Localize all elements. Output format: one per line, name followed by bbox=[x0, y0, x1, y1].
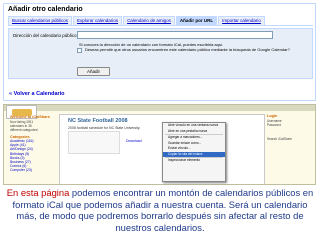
icalshare-top-bar bbox=[4, 105, 315, 111]
slide-caption: En esta página podemos encontrar un mont… bbox=[4, 187, 316, 233]
welcome-heading: Welcome to iCalShare bbox=[10, 115, 50, 119]
calendar-tabs: Buscar calendarios públicos Explorar cal… bbox=[8, 16, 313, 26]
tab-add-by-url[interactable]: Añadir por URL bbox=[175, 16, 218, 25]
category-link[interactable]: Computer (23) bbox=[10, 168, 56, 172]
icalshare-left-column: Welcome to iCalShare Now listing 2811 ca… bbox=[10, 115, 56, 184]
add-button[interactable]: Añadir bbox=[77, 67, 110, 76]
add-calendar-panel: Añadir otro calendario Buscar calendario… bbox=[3, 3, 316, 101]
download-link[interactable]: Download bbox=[126, 139, 142, 143]
listing-title[interactable]: NC State Football 2008 bbox=[68, 118, 128, 124]
tab-search-public[interactable]: Buscar calendarios públicos bbox=[8, 16, 73, 25]
menu-item-open-new-window[interactable]: Abrir vínculo en una ventana nueva bbox=[163, 123, 225, 129]
tab-friends[interactable]: Calendario de amigos bbox=[123, 16, 175, 25]
login-field-label: Password bbox=[267, 122, 281, 127]
context-menu: Abrir vínculo en una ventana nueva Abrir… bbox=[162, 122, 226, 182]
icalshare-page: Welcome to iCalShare Now listing 2811 ca… bbox=[3, 104, 316, 185]
tab-explore[interactable]: Explorar calendarios bbox=[73, 16, 123, 25]
tab-import[interactable]: Importar calendario bbox=[218, 16, 265, 25]
panel-title: Añadir otro calendario bbox=[8, 6, 83, 13]
add-url-form: Dirección del calendario público: Si con… bbox=[8, 28, 313, 79]
back-to-calendar-link[interactable]: « Volver a Calendario bbox=[9, 91, 65, 97]
calendar-url-input[interactable] bbox=[77, 31, 273, 39]
icalshare-right-column: Login Username Password Search iCalShare bbox=[267, 114, 313, 184]
screenshot-root: Añadir otro calendario Buscar calendario… bbox=[0, 0, 320, 240]
caption-link[interactable]: En esta página bbox=[7, 187, 70, 198]
search-heading: Search iCalShare bbox=[267, 136, 292, 141]
menu-item-inspect[interactable]: Inspeccionar elemento bbox=[163, 158, 225, 164]
make-public-label: Deseas permitir que otros usuarios encue… bbox=[85, 47, 290, 52]
url-label: Dirección del calendario público: bbox=[13, 33, 78, 38]
listing-calendar-preview bbox=[68, 131, 120, 154]
listing-description: 2008 football schedule for NC State Univ… bbox=[68, 126, 141, 130]
make-public-checkbox[interactable] bbox=[77, 48, 82, 53]
welcome-line: different categories! bbox=[10, 127, 38, 132]
